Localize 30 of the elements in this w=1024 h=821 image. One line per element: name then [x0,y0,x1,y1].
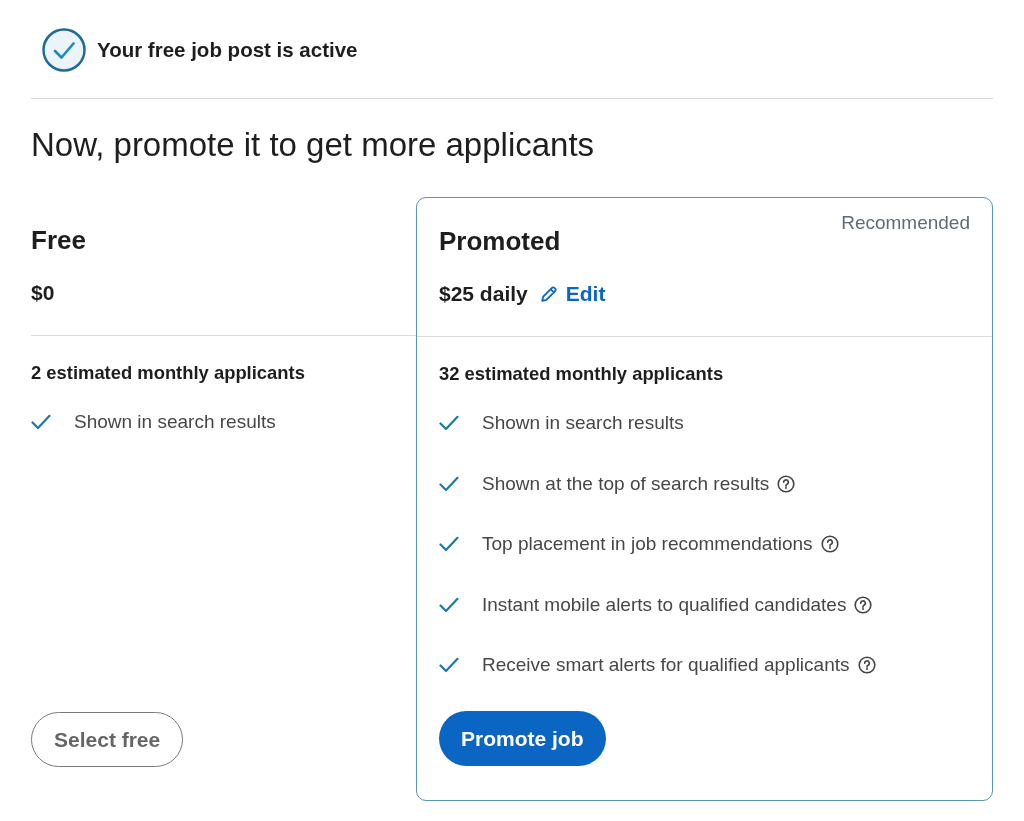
help-icon[interactable] [777,474,796,493]
checkmark-icon [439,475,459,492]
price-label: $25 daily [439,282,528,306]
price-label: $0 [31,281,55,305]
help-icon[interactable] [820,535,839,553]
checkmark-icon [439,415,459,431]
plan-name: Free [31,224,86,256]
check-circle-icon [42,28,86,72]
feature-text: Instant mobile alerts to qualified candidates [482,593,847,616]
feature-text: Receive smart alerts for qualified applicants [482,654,850,676]
edit-link[interactable]: Edit [539,282,606,306]
recommended-label: Recommended [841,212,970,234]
select-free-button[interactable]: Select free [31,712,184,767]
page-heading: Now, promote it to get more applicants [31,125,596,165]
checkmark-icon [31,414,51,430]
plan-name: Promoted [439,225,561,257]
help-icon[interactable] [854,595,873,614]
pencil-icon [539,285,558,303]
feature-text: Shown at the top of search results [482,472,770,495]
checkmark-icon [439,536,459,552]
checkmark-icon [439,657,459,673]
help-icon[interactable] [857,656,876,674]
feature-text: Shown in search results [482,412,684,434]
promote-job-button[interactable]: Promote job [439,711,606,766]
checkmark-icon [439,596,459,613]
estimate-label: 32 estimated monthly applicants [439,363,725,385]
feature-text: Top placement in job recommendations [482,533,813,555]
status-title: Your free job post is active [97,38,358,62]
estimate-label: 2 estimated monthly applicants [31,362,306,384]
feature-text: Shown in search results [74,411,276,433]
